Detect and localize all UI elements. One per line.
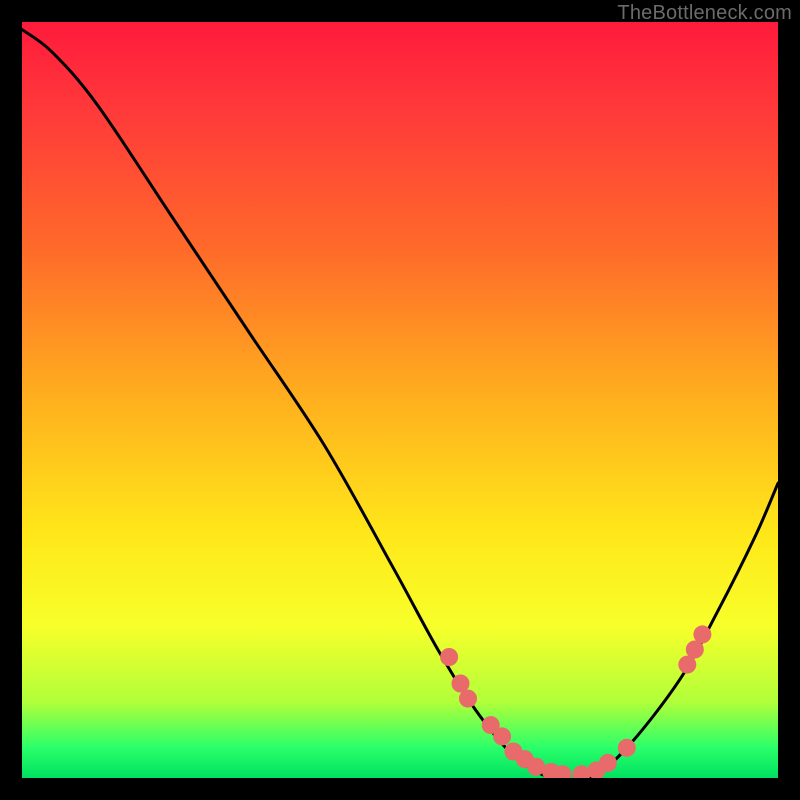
- highlight-dot: [678, 656, 696, 674]
- highlight-dot: [686, 641, 704, 659]
- highlight-dot: [516, 750, 534, 768]
- highlight-dot: [588, 761, 606, 778]
- highlight-dots: [440, 625, 711, 778]
- highlight-dot: [482, 716, 500, 734]
- highlight-dot: [493, 727, 511, 745]
- highlight-dot: [572, 765, 590, 778]
- chart-svg: [22, 22, 778, 778]
- highlight-dot: [459, 690, 477, 708]
- attribution-text: TheBottleneck.com: [617, 2, 792, 25]
- highlight-dot: [440, 648, 458, 666]
- highlight-dot: [618, 739, 636, 757]
- highlight-dot: [554, 765, 572, 778]
- highlight-dot: [452, 675, 470, 693]
- highlight-dot: [504, 743, 522, 761]
- highlight-dot: [542, 763, 560, 778]
- highlight-dot: [527, 758, 545, 776]
- chart-plot-area: [22, 22, 778, 778]
- bottleneck-curve: [22, 30, 778, 778]
- chart-frame: TheBottleneck.com: [0, 0, 800, 800]
- highlight-dot: [599, 754, 617, 772]
- highlight-dot: [693, 625, 711, 643]
